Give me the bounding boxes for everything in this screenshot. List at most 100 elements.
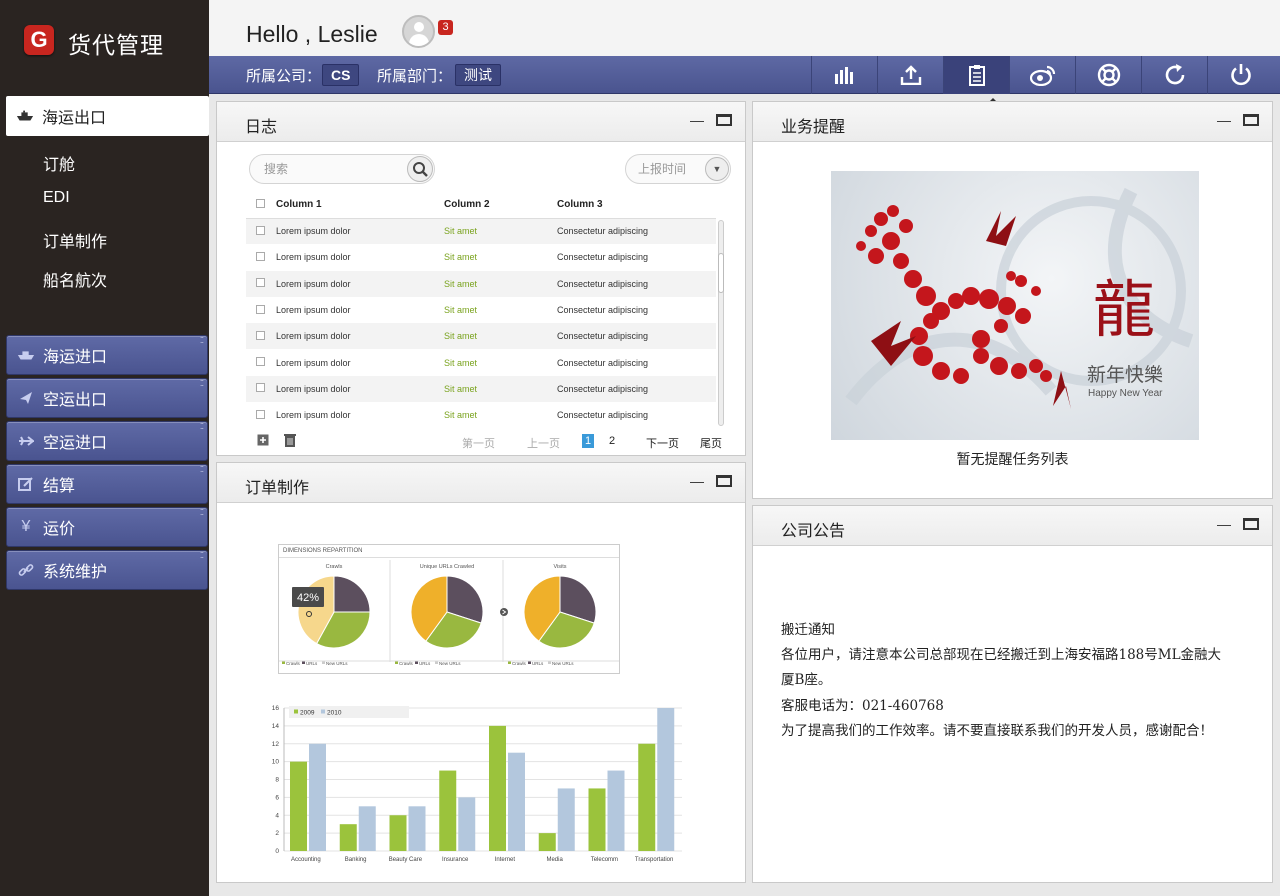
row-checkbox[interactable] <box>256 225 265 235</box>
table-cell: Lorem ipsum dolor <box>276 252 351 263</box>
subnav-edi[interactable]: EDI <box>43 189 70 207</box>
table-cell: Lorem ipsum dolor <box>276 270 444 297</box>
table-cell: Consectetur adipiscing <box>557 305 649 316</box>
row-checkbox[interactable] <box>256 304 265 314</box>
table-row[interactable]: Lorem ipsum dolor Sit amet Consectetur adi… <box>246 323 716 350</box>
table-row[interactable]: Lorem ipsum dolor Sit amet Consectetur adi… <box>246 297 716 323</box>
header: Hello , Leslie 3 <box>209 0 1280 56</box>
help-button[interactable] <box>1075 56 1141 94</box>
notice-title: 搬迁通知 <box>781 622 835 638</box>
table-scrollbar[interactable] <box>718 220 724 426</box>
weibo-button[interactable] <box>1009 56 1075 94</box>
notice-line: 为了提高我们的工作效率。请不要直接联系我们的开发人员，感谢配合！ <box>781 723 1213 739</box>
ship-icon <box>16 107 34 125</box>
bar <box>557 788 575 851</box>
row-checkbox[interactable] <box>256 330 265 340</box>
table-cell: Sit amet <box>444 410 478 421</box>
log-button[interactable] <box>943 56 1009 94</box>
logout-button[interactable] <box>1207 56 1273 94</box>
edit-icon <box>17 475 35 493</box>
legend-label: URLs <box>419 661 431 666</box>
maximize-icon[interactable] <box>1243 114 1259 126</box>
row-checkbox[interactable] <box>256 409 265 419</box>
table-row[interactable]: Lorem ipsum dolor Sit amet Consectetur adi… <box>246 270 716 297</box>
maximize-icon[interactable] <box>716 475 732 487</box>
y-tick-label: 10 <box>272 759 280 766</box>
log-icon <box>968 65 985 86</box>
y-tick-label: 16 <box>272 705 280 712</box>
add-icon[interactable] <box>257 434 269 449</box>
notification-badge[interactable]: 3 <box>438 20 453 35</box>
subnav-order[interactable]: 订单制作 <box>43 228 107 252</box>
minimize-icon[interactable]: — <box>690 473 704 489</box>
upload-button[interactable] <box>877 56 943 94</box>
search-icon[interactable] <box>407 156 433 182</box>
table-row[interactable]: Lorem ipsum dolor Sit amet Consectetur adi… <box>246 349 716 375</box>
subnav-vessel[interactable]: 船名航次 <box>43 267 107 291</box>
legend-label: 2009 <box>300 710 315 717</box>
minimize-icon[interactable]: — <box>1217 112 1231 128</box>
maximize-icon[interactable] <box>716 114 732 126</box>
chevron-down-icon[interactable]: ▼ <box>705 157 729 181</box>
row-checkbox[interactable] <box>256 251 265 261</box>
subnav-booking[interactable]: 订舱 <box>43 151 75 175</box>
delete-icon[interactable] <box>283 433 297 450</box>
table-row[interactable]: Lorem ipsum dolor Sit amet Consectetur adi… <box>246 402 716 428</box>
nav-air-export[interactable]: 空运出口 ⁚⁚ <box>6 378 208 418</box>
bar-chart: 0 2 4 6 8 10 12 14 16 Accounting Banking Beauty Car… <box>272 705 682 863</box>
page-1-link[interactable]: 1 <box>582 434 595 448</box>
last-page-link[interactable]: 尾页 <box>700 435 722 451</box>
bar <box>607 770 625 851</box>
next-page-link[interactable]: 下一页 <box>646 435 679 451</box>
select-all-checkbox[interactable] <box>256 198 265 208</box>
nav-sea-export[interactable]: 海运出口 <box>6 96 209 136</box>
nav-sea-import[interactable]: 海运进口 ⁚⁚ <box>6 335 208 375</box>
refresh-icon <box>1165 64 1184 85</box>
grip-icon: ⁚⁚ <box>199 508 204 517</box>
panel-header: 日志 — <box>217 102 745 142</box>
help-icon <box>1097 63 1120 87</box>
x-tick-label: Accounting <box>291 857 321 863</box>
x-tick-label: Insurance <box>442 857 469 863</box>
column-header[interactable]: Column 1 <box>276 192 444 219</box>
table-row[interactable]: Lorem ipsum dolor Sit amet Consectetur adi… <box>246 244 716 270</box>
y-tick-label: 2 <box>275 830 279 837</box>
scrollbar-thumb[interactable] <box>718 253 724 293</box>
dept-select[interactable]: 测试 <box>455 64 501 86</box>
panel-title: 公司公告 <box>781 523 846 540</box>
column-header[interactable]: Column 3 <box>557 192 716 219</box>
dragon-illustration: 龍 新年快樂 Happy New Year <box>845 187 1194 409</box>
table-cell: Consectetur adipiscing <box>557 323 716 350</box>
stats-button[interactable] <box>811 56 877 94</box>
page-2-link[interactable]: 2 <box>609 435 615 447</box>
row-checkbox[interactable] <box>256 383 265 393</box>
nav-system[interactable]: 系统维护 ⁚⁚ <box>6 550 208 590</box>
table-cell: Lorem ipsum dolor <box>276 410 351 421</box>
nav-air-import[interactable]: 空运进口 ⁚⁚ <box>6 421 208 461</box>
row-checkbox[interactable] <box>256 357 265 367</box>
order-panel: 订单制作 — DIMENSIONS REPARTITION Crawls Craw… <box>216 462 746 883</box>
nav-settlement[interactable]: 结算 ⁚⁚ <box>6 464 208 504</box>
legend-label: Crawls <box>286 661 301 666</box>
panel-header: 业务提醒 — <box>753 102 1272 142</box>
column-header[interactable]: Column 2 <box>444 192 557 219</box>
row-checkbox[interactable] <box>256 278 265 288</box>
refresh-button[interactable] <box>1141 56 1207 94</box>
bar <box>538 833 556 851</box>
minimize-icon[interactable]: — <box>690 112 704 128</box>
minimize-icon[interactable]: — <box>1217 516 1231 532</box>
table-row[interactable]: Lorem ipsum dolor Sit amet Consectetur adi… <box>246 375 716 403</box>
app-logo: G <box>24 25 54 55</box>
first-page-link[interactable]: 第一页 <box>462 435 495 451</box>
x-tick-label: Banking <box>345 857 367 863</box>
table-cell: Lorem ipsum dolor <box>276 305 351 316</box>
avatar[interactable] <box>402 15 435 48</box>
maximize-icon[interactable] <box>1243 518 1259 530</box>
table-row[interactable]: Lorem ipsum dolor Sit amet Consectetur adi… <box>246 218 716 245</box>
grip-icon: ⁚⁚ <box>199 551 204 560</box>
nav-label: 系统维护 <box>43 564 108 581</box>
panel-title: 业务提醒 <box>781 119 846 136</box>
nav-freight-rate[interactable]: ¥ 运价 ⁚⁚ <box>6 507 208 547</box>
prev-page-link[interactable]: 上一页 <box>527 435 560 451</box>
company-select[interactable]: CS <box>322 64 360 86</box>
